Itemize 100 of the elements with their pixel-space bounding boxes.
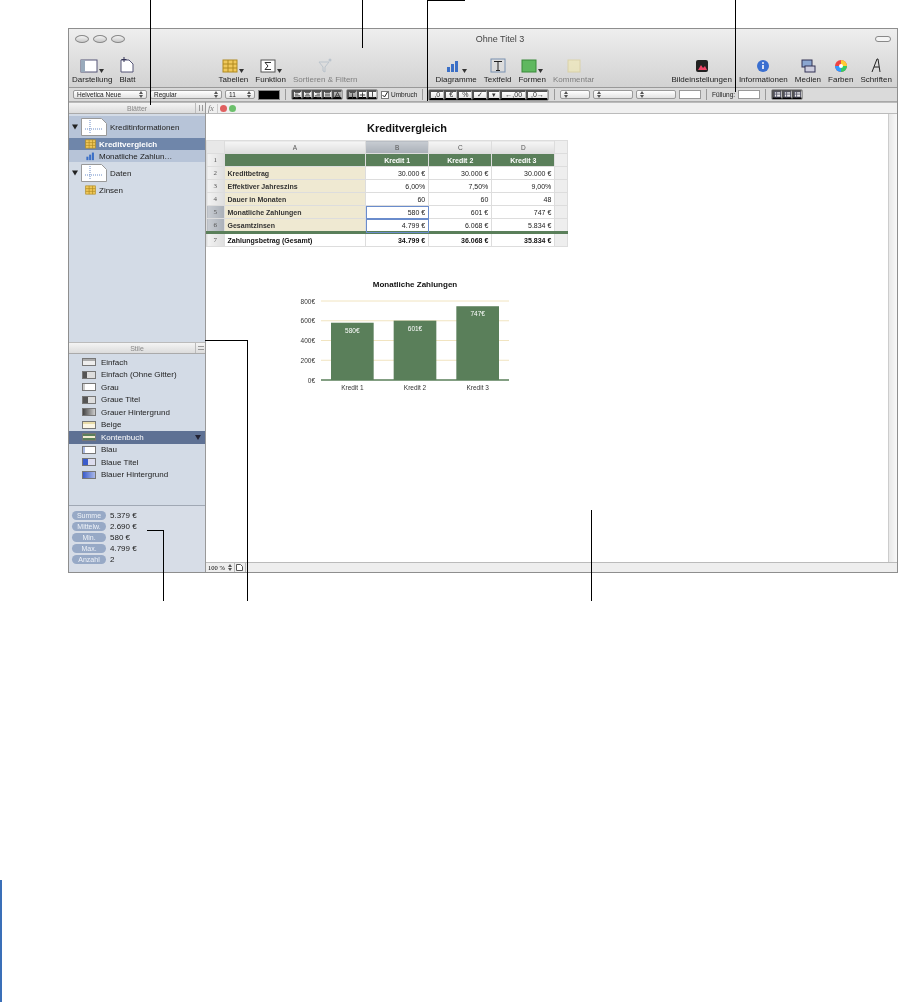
toolbar-button[interactable]: Funktion <box>254 56 287 84</box>
disclosure-triangle[interactable] <box>72 170 78 176</box>
stepper-icon <box>639 91 644 98</box>
stepper-icon <box>227 564 232 571</box>
grid-icon <box>794 91 802 98</box>
stat-value: 2 <box>110 555 115 564</box>
stat-value: 580 € <box>110 533 131 542</box>
sheet-name: Daten <box>110 168 132 178</box>
border-style-popup[interactable] <box>559 90 590 99</box>
style-swatch-icon <box>82 445 96 454</box>
disclosure-triangle[interactable] <box>72 124 78 130</box>
zoom-button[interactable] <box>111 34 125 43</box>
style-item[interactable]: Grauer Hintergrund <box>69 406 205 419</box>
stat-value: 5.379 € <box>110 511 137 520</box>
stepper-icon <box>563 91 568 98</box>
note-icon <box>566 59 581 73</box>
style-item[interactable]: Blau <box>69 443 205 456</box>
align-button[interactable] <box>332 90 342 99</box>
style-swatch-icon <box>82 383 96 392</box>
align-button[interactable] <box>357 90 367 99</box>
scrollbar[interactable] <box>888 114 897 562</box>
toolbar-button[interactable]: Farben <box>827 56 855 84</box>
layout-button[interactable] <box>792 90 803 99</box>
style-item[interactable]: Blaue Titel <box>69 456 205 469</box>
caret-icon <box>538 69 544 73</box>
window-title: Ohne Titel 3 <box>474 33 526 44</box>
border-width-popup[interactable] <box>592 90 633 99</box>
color-wheel-icon <box>833 59 848 73</box>
table-icon <box>222 59 239 73</box>
bar-chart-icon <box>85 151 96 161</box>
style-item[interactable]: Grau <box>69 381 205 394</box>
leader-line <box>362 0 363 48</box>
toolbar-button[interactable]: Bildeinstellungen <box>670 56 733 84</box>
chart-title: Monatliche Zahlungen <box>372 280 458 289</box>
sheet-icon <box>120 57 135 73</box>
align-right-icon <box>314 90 321 99</box>
sheet-icon <box>81 118 107 136</box>
toolbar-toggle-button[interactable] <box>875 35 891 42</box>
close-button[interactable] <box>75 34 89 43</box>
image-adjust-icon <box>694 59 709 73</box>
fill-color-well[interactable] <box>738 90 761 99</box>
info-icon <box>756 59 771 73</box>
style-item[interactable]: Einfach <box>69 356 205 369</box>
sheet-icon <box>81 164 107 182</box>
font-icon <box>870 58 883 73</box>
funnel-icon <box>317 57 334 73</box>
text-color-well[interactable] <box>258 89 280 100</box>
media-icon <box>799 59 816 73</box>
menu-arrow-icon <box>195 434 201 440</box>
cancel-button[interactable] <box>219 104 227 112</box>
align-bottom-icon <box>369 90 376 99</box>
style-item[interactable]: Einfach (Ohne Gitter) <box>69 368 205 381</box>
sheet-item[interactable]: Daten <box>69 162 205 184</box>
toolbar-button[interactable]: Diagramme <box>434 56 478 84</box>
sheet-item[interactable]: Kreditinformationen <box>69 116 205 138</box>
caret-icon <box>239 69 245 73</box>
toolbar-button[interactable]: Textfeld <box>482 56 513 84</box>
toolbar-button[interactable]: Tabellen <box>217 56 250 84</box>
style-swatch-icon <box>82 395 96 404</box>
toolbar-button[interactable]: Medien <box>793 56 823 84</box>
toolbar-button[interactable]: Formen <box>517 56 547 84</box>
caret-icon <box>99 69 105 73</box>
toolbar-button[interactable]: Informationen <box>737 56 789 84</box>
style-item[interactable]: Beige <box>69 418 205 431</box>
resize-handle <box>198 105 203 111</box>
grid-icon <box>774 91 782 98</box>
style-swatch-icon <box>82 470 96 479</box>
align-justify-icon <box>324 90 331 99</box>
toolbar-button[interactable]: Darstellung <box>71 56 114 84</box>
align-button[interactable] <box>367 90 377 99</box>
toolbar-button[interactable]: Schriften <box>859 56 893 84</box>
window-icon <box>80 59 99 73</box>
border-color-well[interactable] <box>678 90 701 99</box>
square-icon <box>521 59 538 73</box>
style-item[interactable]: Blauer Hintergrund <box>69 468 205 481</box>
wrap-checkbox[interactable] <box>381 90 389 99</box>
stat-value: 4.799 € <box>110 544 137 553</box>
style-swatch-icon <box>82 420 96 429</box>
grid-icon <box>784 91 792 98</box>
page-icon <box>236 564 244 571</box>
style-item[interactable]: Graue Titel <box>69 393 205 406</box>
minimize-button[interactable] <box>93 34 107 43</box>
toolbar-button[interactable]: Blatt <box>118 56 137 84</box>
caret-icon <box>276 69 282 73</box>
table-icon <box>85 139 96 149</box>
style-swatch-icon <box>82 370 96 379</box>
align-top-icon <box>349 90 356 99</box>
sheet-name: Kreditinformationen <box>110 122 180 132</box>
function-label: fx <box>208 103 218 113</box>
style-item[interactable]: Kontenbuch <box>69 431 205 444</box>
border-color-popup[interactable] <box>635 90 676 99</box>
sheet-child-item[interactable]: Kreditvergleich <box>69 138 205 150</box>
stat-value: 2.690 € <box>110 522 137 531</box>
sheet-child-item[interactable]: Monatliche Zahlun… <box>69 150 205 162</box>
sheet-child-item[interactable]: Zinsen <box>69 184 205 196</box>
auto-align-icon <box>334 90 341 99</box>
align-center-icon <box>304 90 311 99</box>
style-swatch-icon <box>82 408 96 417</box>
table-icon <box>85 185 96 195</box>
caret-icon <box>462 69 468 73</box>
